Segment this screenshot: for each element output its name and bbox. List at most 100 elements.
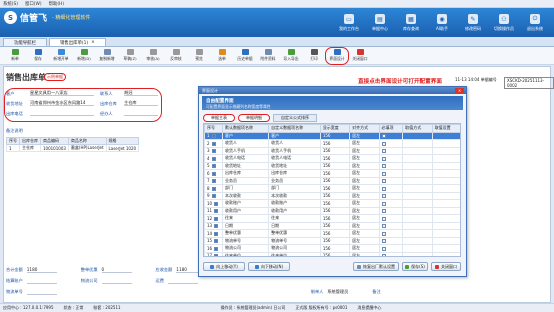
config-cell[interactable]: 往来	[268, 214, 321, 223]
value-setting-cell[interactable]	[431, 169, 460, 178]
config-header-cell[interactable]: 默认数据项名称	[221, 124, 270, 133]
value-setting-cell[interactable]	[431, 214, 460, 223]
config-cell[interactable]: 收货人	[268, 139, 321, 148]
value-setting-cell[interactable]	[431, 199, 460, 208]
required-checkbox[interactable]	[381, 179, 386, 184]
lines-header-cell[interactable]: 出库仓库	[19, 137, 41, 145]
list-item[interactable]: 13 日期 日期 156 居左	[204, 221, 460, 230]
value-mode-cell[interactable]	[402, 169, 433, 178]
lines-header-cell[interactable]: 商品编码	[40, 137, 69, 145]
disc-field[interactable]: 0	[101, 267, 132, 273]
list-item[interactable]: 3 收货人手机 收货人手机 156 居左	[204, 146, 460, 155]
config-cell[interactable]: 156	[319, 169, 351, 178]
config-header-cell[interactable]: 自定义数据项名称	[268, 124, 321, 133]
list-item[interactable]: 7 业务员 业务员 156 居左	[204, 176, 460, 185]
value-setting-cell[interactable]	[431, 236, 460, 245]
config-header-cell[interactable]: 序号	[204, 124, 223, 133]
toolbar-button-3[interactable]: 新增(D)	[73, 48, 95, 64]
value-mode-cell[interactable]	[402, 176, 433, 185]
config-cell[interactable]: 收货人电话	[268, 154, 321, 163]
list-item[interactable]: 15 物流单号 物流单号 156 居左	[204, 236, 460, 245]
lines-header-cell[interactable]: 规格	[105, 137, 140, 145]
value-mode-cell[interactable]	[402, 214, 433, 223]
tab-sales-outbound[interactable]: 销售出库单(1) ×	[48, 38, 106, 46]
list-item[interactable]: 11 收款用户 收款用户 156 居左	[204, 206, 460, 215]
config-cell[interactable]: 156	[319, 154, 351, 163]
toolbar-button-14[interactable]: 界面设计	[325, 46, 349, 65]
value-mode-cell[interactable]	[402, 184, 433, 193]
config-cell[interactable]: 156	[319, 206, 351, 215]
config-cell[interactable]: 本次收款	[268, 191, 321, 200]
required-checkbox[interactable]	[381, 224, 386, 229]
value-setting-cell[interactable]	[431, 131, 460, 140]
lines-header-cell[interactable]: 商品名称	[67, 137, 107, 145]
reset-defaults-button[interactable]: 恢复出厂默认设置	[353, 262, 399, 271]
close-icon[interactable]: ×	[91, 40, 95, 45]
visible-checkbox[interactable]	[211, 171, 216, 176]
table-row[interactable]: 1 主仓库 100101003 墨盒(HP)LaserJet LaserJet 1020	[6, 144, 140, 152]
status-online[interactable]: 消息提醒中心	[357, 305, 381, 311]
value-mode-cell[interactable]	[402, 221, 433, 230]
value-mode-cell[interactable]	[402, 139, 433, 148]
list-item[interactable]: 4 收货人电话 收货人电话 156 居左	[204, 154, 460, 163]
required-checkbox[interactable]	[381, 216, 386, 221]
config-cell[interactable]: 156	[319, 131, 351, 140]
value-mode-cell[interactable]	[402, 251, 433, 256]
value-mode-cell[interactable]	[402, 229, 433, 238]
value-setting-cell[interactable]	[431, 161, 460, 170]
value-mode-cell[interactable]	[402, 199, 433, 208]
list-item[interactable]: 5 收货地址 收货地址 156 居左	[204, 161, 460, 170]
required-checkbox[interactable]	[381, 239, 386, 244]
config-cell[interactable]: 156	[319, 236, 351, 245]
tab-function-nav[interactable]: 功能导航栏	[3, 38, 47, 46]
value-mode-cell[interactable]	[402, 161, 433, 170]
list-item[interactable]: 17 往来单位 往来单位 156 居左	[204, 251, 460, 256]
visible-checkbox[interactable]	[211, 141, 216, 146]
list-item[interactable]: 10 收款账户 收款账户 156 居左	[204, 199, 460, 208]
visible-checkbox[interactable]	[214, 239, 219, 244]
menu-help[interactable]: 帮助(H)	[49, 1, 65, 7]
required-checkbox[interactable]	[381, 164, 386, 169]
doc-center-button[interactable]: ▤ 单据中心	[367, 10, 393, 36]
value-mode-cell[interactable]	[402, 191, 433, 200]
switch-operator-button[interactable]: ⚇ 切换操作员	[491, 10, 517, 36]
list-item[interactable]: 16 物流公司 物流公司 156 居左	[204, 244, 460, 253]
menu-window[interactable]: 窗口(W)	[25, 1, 42, 7]
config-cell[interactable]: 156	[319, 176, 351, 185]
visible-checkbox[interactable]	[211, 134, 216, 139]
toolbar-button-7[interactable]: 反审核	[165, 48, 187, 64]
required-checkbox[interactable]	[381, 149, 386, 154]
dialog-titlebar[interactable]: 界面设计	[199, 87, 466, 94]
required-checkbox[interactable]	[381, 231, 386, 236]
value-setting-cell[interactable]	[431, 229, 460, 238]
config-header-cell[interactable]: 对齐方式	[349, 124, 380, 133]
required-checkbox[interactable]	[381, 156, 386, 161]
toolbar-button-2[interactable]: 新增开单	[50, 48, 72, 64]
visible-checkbox[interactable]	[211, 164, 216, 169]
value-setting-cell[interactable]	[431, 221, 460, 230]
visible-checkbox[interactable]	[211, 186, 216, 191]
list-item[interactable]: 12 往来 往来 156 居左	[204, 214, 460, 223]
config-cell[interactable]: 日期	[268, 221, 321, 230]
dialog-close-icon[interactable]: ×	[455, 88, 464, 93]
config-cell[interactable]: 156	[319, 199, 351, 208]
value-setting-cell[interactable]	[431, 206, 460, 215]
menu-system[interactable]: 系统(S)	[3, 1, 18, 7]
config-header-cell[interactable]: 取值设置	[431, 124, 460, 133]
config-cell[interactable]: 物流公司	[268, 244, 321, 253]
ai-assistant-button[interactable]: ◉ AI助手	[429, 10, 455, 36]
workbench-button[interactable]: ▭ 我的工作台	[336, 10, 362, 36]
visible-checkbox[interactable]	[214, 216, 219, 221]
required-checkbox[interactable]	[381, 141, 386, 146]
config-cell[interactable]: 业务员	[268, 176, 321, 185]
ship-field[interactable]	[101, 278, 132, 284]
config-header-cell[interactable]: 显示宽度	[319, 124, 351, 133]
recv-field[interactable]	[26, 278, 57, 284]
toolbar-button-1[interactable]: 保存	[27, 48, 49, 64]
value-mode-cell[interactable]	[402, 244, 433, 253]
visible-checkbox[interactable]	[214, 209, 219, 214]
list-item[interactable]: 1 客户 客户 156 居左	[204, 131, 460, 140]
config-cell[interactable]: 156	[319, 139, 351, 148]
value-setting-cell[interactable]	[431, 251, 460, 256]
config-cell[interactable]: 客户	[268, 131, 321, 140]
